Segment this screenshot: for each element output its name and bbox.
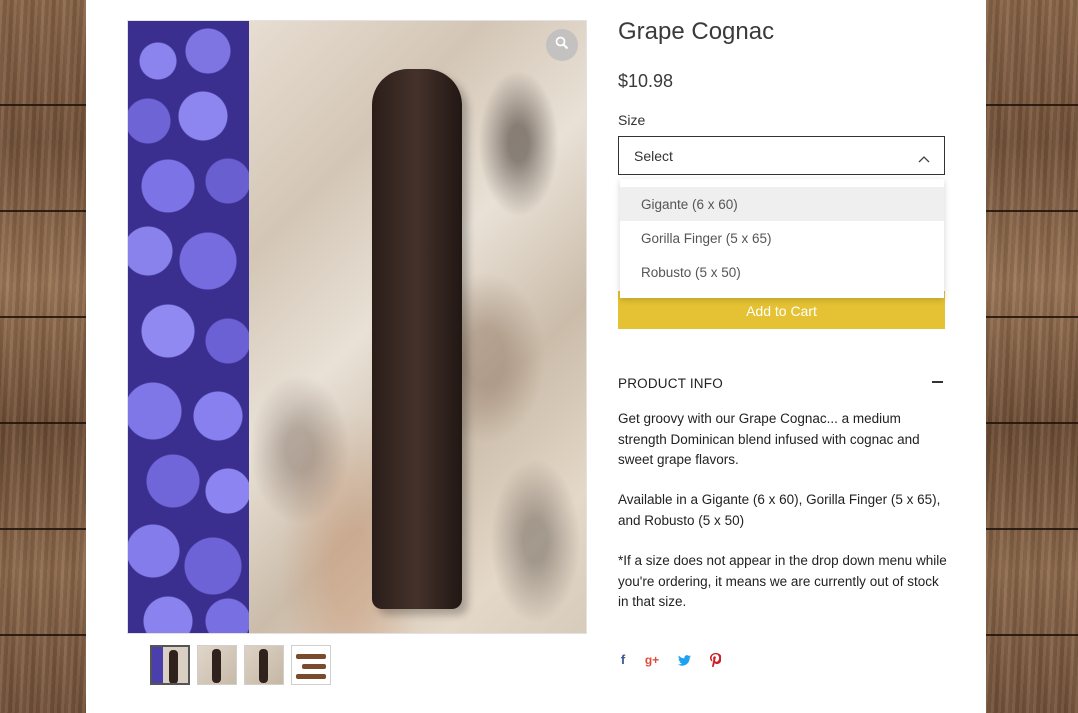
product-title: Grape Cognac [618, 18, 775, 45]
magnifier-icon [555, 36, 569, 55]
size-label: Size [618, 112, 646, 128]
facebook-icon[interactable]: f [616, 650, 630, 670]
size-option-robusto[interactable]: Robusto (5 x 50) [620, 255, 944, 289]
product-info-header: PRODUCT INFO [618, 376, 723, 391]
product-info-toggle[interactable]: PRODUCT INFO [618, 376, 945, 391]
size-option-gigante[interactable]: Gigante (6 x 60) [620, 187, 944, 221]
share-bar: f g+ [616, 650, 722, 670]
size-option-gorilla-finger[interactable]: Gorilla Finger (5 x 65) [620, 221, 944, 255]
wood-background-right [986, 0, 1078, 713]
pinterest-icon[interactable] [708, 650, 722, 670]
stock-note: *If a size does not appear in the drop d… [618, 553, 947, 609]
collapse-minus-icon [932, 381, 943, 383]
thumbnail-2[interactable] [197, 645, 237, 685]
chevron-up-icon [918, 150, 930, 166]
thumbnail-strip [150, 645, 331, 685]
thumbnail-1[interactable] [150, 645, 190, 685]
zoom-button[interactable] [546, 29, 578, 61]
size-dropdown: Gigante (6 x 60) Gorilla Finger (5 x 65)… [620, 179, 944, 298]
thumbnail-4[interactable] [291, 645, 331, 685]
twitter-icon[interactable] [676, 650, 692, 670]
size-select[interactable]: Select [618, 136, 945, 175]
product-price: $10.98 [618, 71, 674, 91]
size-select-value: Select [634, 147, 673, 164]
product-availability: Available in a Gigante (6 x 60), Gorilla… [618, 492, 941, 528]
product-description: Get groovy with our Grape Cognac... a me… [618, 411, 920, 467]
product-main-image[interactable] [127, 20, 587, 634]
google-plus-icon[interactable]: g+ [644, 650, 660, 670]
thumbnail-3[interactable] [244, 645, 284, 685]
wood-background-left [0, 0, 86, 713]
cigar-image [372, 69, 462, 609]
grapes-image-area [128, 21, 249, 633]
